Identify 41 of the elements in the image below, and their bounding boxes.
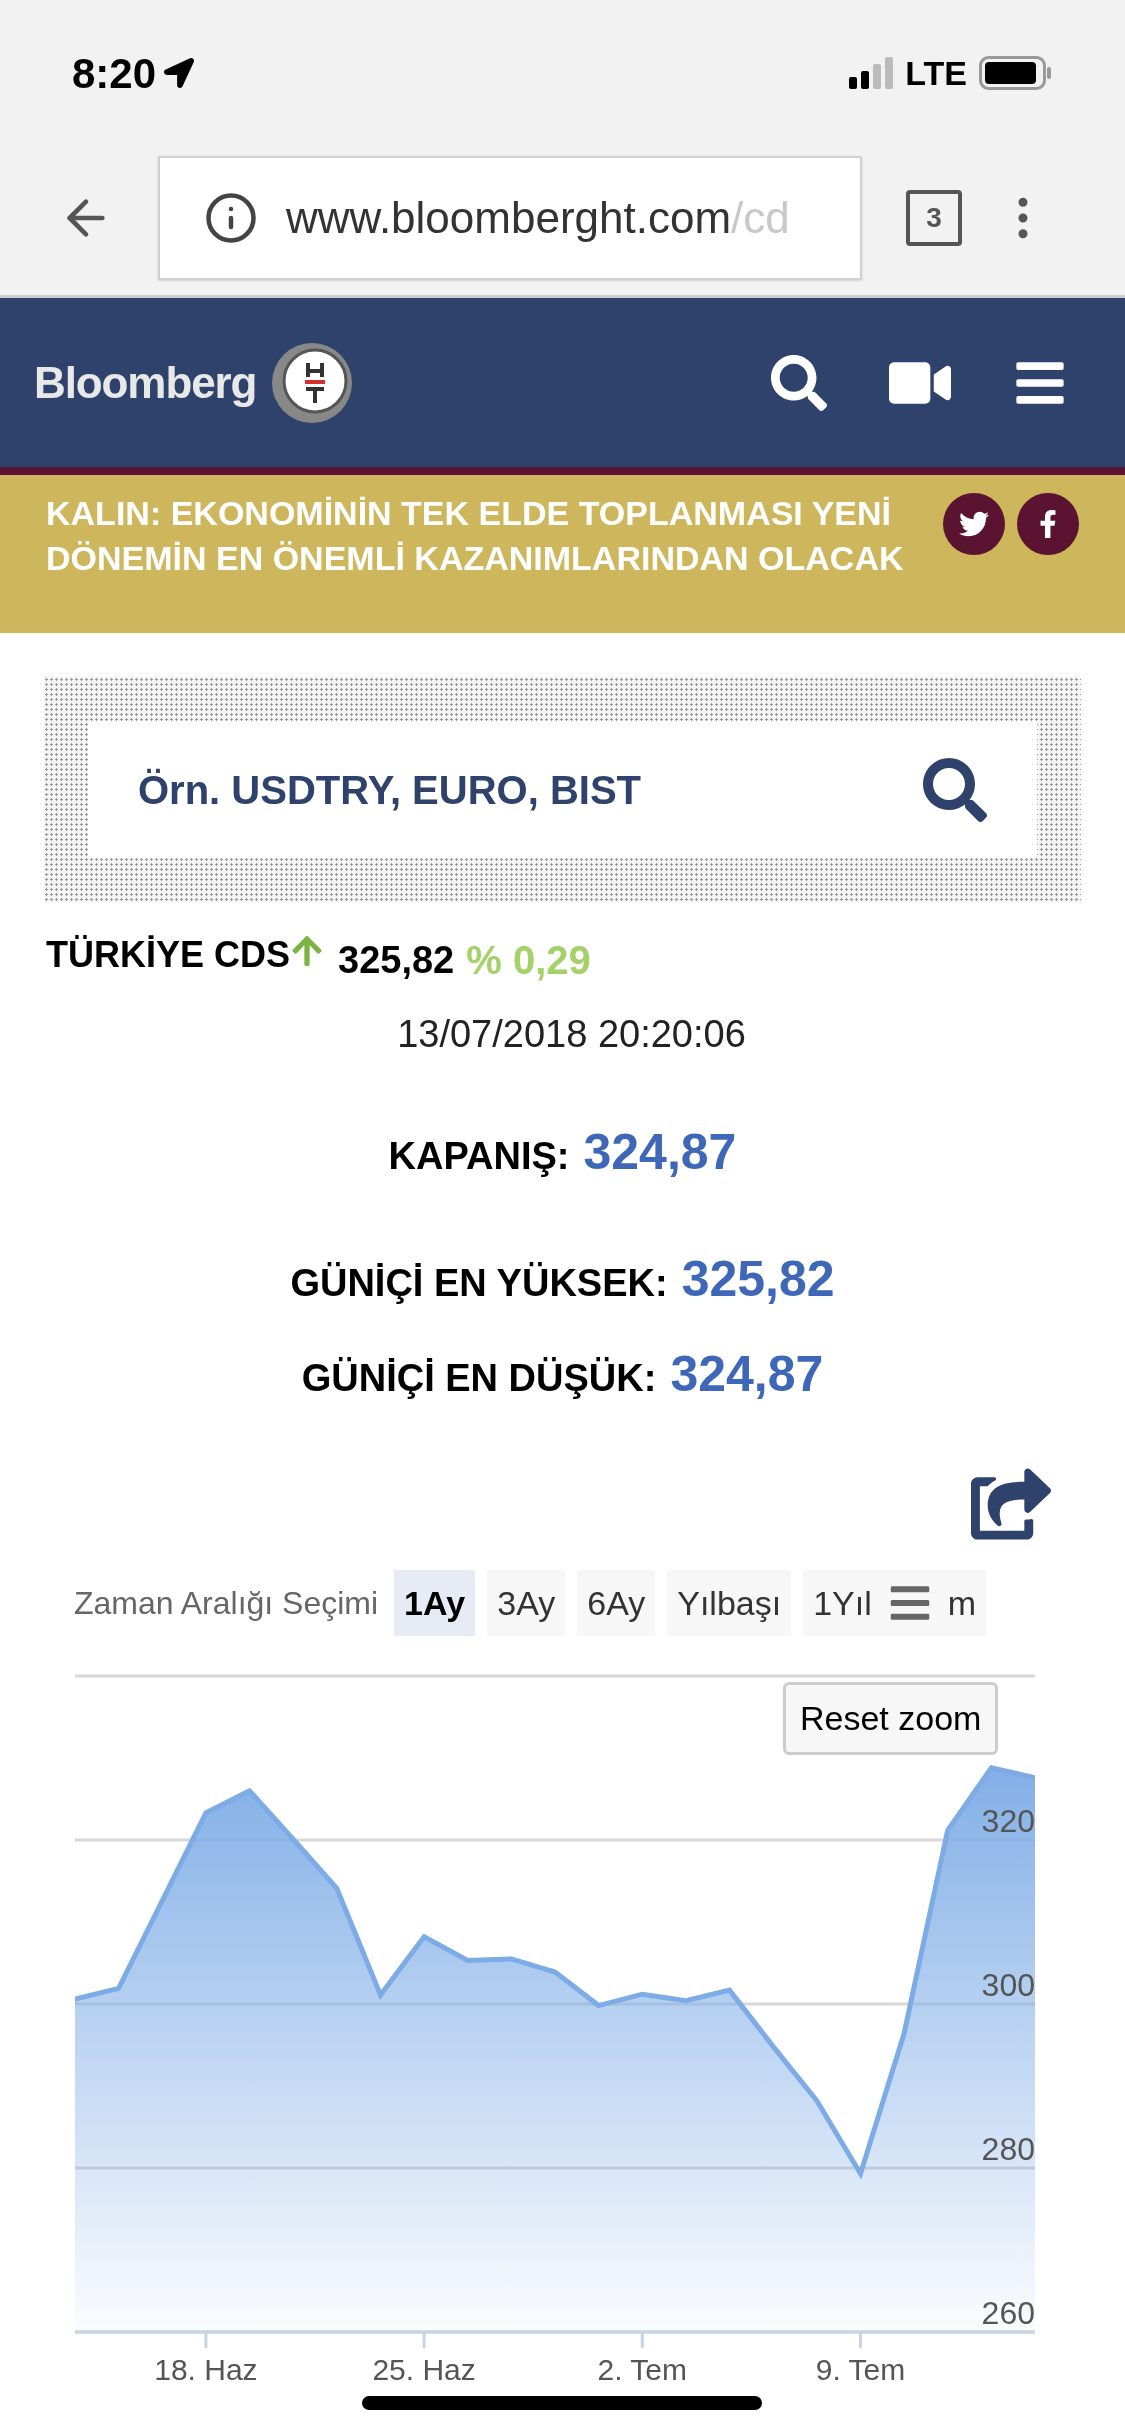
price: 325,82 bbox=[338, 938, 455, 983]
search-placeholder: Örn. USDTRY, EURO, BIST bbox=[138, 766, 641, 814]
search-field[interactable]: Örn. USDTRY, EURO, BIST bbox=[88, 721, 1037, 858]
location-icon bbox=[164, 58, 195, 88]
tab-count[interactable]: 3 bbox=[906, 189, 962, 246]
range-button[interactable]: m bbox=[937, 1570, 987, 1636]
y-axis-label: 260 bbox=[981, 2295, 1035, 2331]
stat-label: KAPANIŞ: bbox=[388, 1134, 570, 1179]
share-icon[interactable] bbox=[971, 1468, 1051, 1540]
y-axis-label: 300 bbox=[981, 1967, 1035, 2003]
range-button[interactable]: 1Ay bbox=[394, 1570, 476, 1636]
y-axis-label: 280 bbox=[981, 2131, 1035, 2167]
stat-value: 325,82 bbox=[681, 1250, 835, 1309]
info-icon bbox=[204, 190, 258, 245]
stat-label: GÜNİÇİ EN DÜŞÜK: bbox=[301, 1356, 657, 1401]
range-button[interactable]: 3Ay bbox=[487, 1570, 566, 1636]
x-axis-label: 25. Haz bbox=[372, 2353, 476, 2386]
x-axis-label: 2. Tem bbox=[597, 2353, 687, 2386]
stat-value: 324,87 bbox=[583, 1123, 737, 1182]
x-axis-label: 9. Tem bbox=[815, 2353, 906, 2386]
timestamp: 13/07/2018 20:20:06 bbox=[397, 1012, 746, 1057]
range-label: Zaman Aralığı Seçimi bbox=[74, 1584, 379, 1623]
logo-text[interactable]: Bloomberg bbox=[34, 349, 257, 416]
bird-icon bbox=[959, 509, 989, 539]
signal-icon bbox=[849, 57, 894, 89]
range-button[interactable]: 6Ay bbox=[577, 1570, 656, 1636]
search-icon[interactable] bbox=[771, 354, 827, 411]
reset-zoom-button[interactable]: Reset zoom bbox=[783, 1682, 999, 1755]
network-label: LTE bbox=[905, 52, 967, 94]
instrument-name: TÜRKİYE CDS bbox=[46, 933, 291, 977]
stat-value: 324,87 bbox=[670, 1345, 824, 1404]
stat-label: GÜNİÇİ EN YÜKSEK: bbox=[290, 1261, 668, 1306]
change-percent: % 0,29 bbox=[466, 937, 591, 984]
y-axis-label: 320 bbox=[981, 1803, 1035, 1839]
range-button[interactable]: Yılbaşı bbox=[667, 1570, 792, 1636]
battery-icon bbox=[979, 56, 1053, 90]
x-axis-label: 18. Haz bbox=[154, 2353, 258, 2386]
range-button[interactable]: 1Yıl bbox=[803, 1570, 882, 1636]
logo-badge-icon[interactable] bbox=[270, 340, 355, 425]
search-icon[interactable] bbox=[923, 757, 987, 822]
status-time: 8:20 bbox=[72, 48, 157, 99]
